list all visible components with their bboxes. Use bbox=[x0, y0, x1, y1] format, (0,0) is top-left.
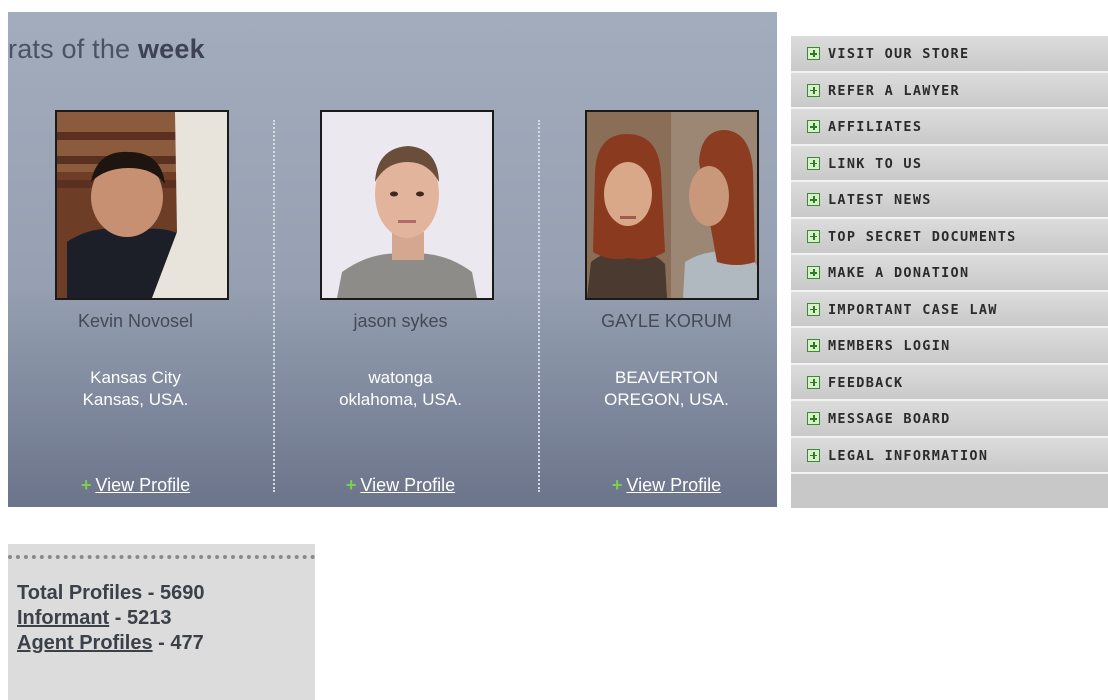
person-photo-icon bbox=[587, 112, 757, 298]
profile-name: Kevin Novosel bbox=[77, 311, 194, 331]
person-photo-icon bbox=[57, 112, 227, 298]
menu-item-label: TOP SECRET DOCUMENTS bbox=[828, 228, 1017, 245]
profile-location: watonga oklahoma, USA. bbox=[273, 367, 528, 411]
profile-city: Kansas City bbox=[90, 368, 181, 387]
profile-name: jason sykes bbox=[353, 311, 448, 331]
menu-item-link-to-us[interactable]: LINK TO US bbox=[791, 145, 1108, 182]
menu-item-important-case-law[interactable]: IMPORTANT CASE LAW bbox=[791, 291, 1108, 328]
profile-card: GAYLE KORUM BEAVERTON OREGON, USA. + View… bbox=[539, 110, 777, 505]
stats-total-label: Total Profiles bbox=[17, 582, 143, 604]
menu-item-label: LATEST NEWS bbox=[828, 192, 932, 208]
profile-card: Kevin Novosel Kansas City Kansas, USA. +… bbox=[8, 110, 263, 505]
view-profile-link[interactable]: View Profile bbox=[95, 475, 190, 495]
view-profile-link[interactable]: View Profile bbox=[360, 475, 455, 495]
menu-item-members-login[interactable]: MEMBERS LOGIN bbox=[791, 328, 1108, 365]
view-profile: + View Profile bbox=[539, 475, 777, 496]
menu-item-latest-news[interactable]: LATEST NEWS bbox=[791, 182, 1108, 219]
plus-icon: + bbox=[80, 475, 92, 495]
plus-box-icon bbox=[807, 302, 820, 316]
profile-name: GAYLE KORUM bbox=[601, 311, 732, 331]
plus-box-icon bbox=[807, 266, 820, 279]
profile-photo[interactable] bbox=[55, 110, 229, 300]
menu-item-legal-information[interactable]: LEGAL INFORMATION bbox=[791, 437, 1108, 474]
stats-agent: Agent Profiles - 477 bbox=[17, 632, 204, 655]
profile-location: Kansas City Kansas, USA. bbox=[8, 367, 263, 411]
menu-item-label: MESSAGE BOARD bbox=[828, 411, 951, 427]
stats-total-value: - 5690 bbox=[147, 582, 205, 604]
menu-item-top-secret-documents[interactable]: TOP SECRET DOCUMENTS bbox=[791, 218, 1108, 255]
profile-city: BEAVERTON bbox=[615, 368, 718, 387]
stats-informant-value: - 5213 bbox=[114, 607, 172, 629]
agent-profiles-link[interactable]: Agent Profiles bbox=[17, 632, 153, 654]
stats-agent-value: - 477 bbox=[158, 632, 204, 654]
profile-location: BEAVERTON OREGON, USA. bbox=[539, 367, 777, 411]
profile-stats: Total Profiles - 5690 Informant - 5213 A… bbox=[8, 544, 315, 700]
dotted-divider bbox=[8, 555, 315, 559]
menu-item-label: LINK TO US bbox=[828, 155, 923, 172]
menu-item-label: IMPORTANT CASE LAW bbox=[828, 301, 998, 318]
plus-box-icon bbox=[807, 156, 820, 170]
menu-item-label: MEMBERS LOGIN bbox=[828, 338, 951, 354]
profile-region: oklahoma, USA. bbox=[339, 390, 462, 409]
profile-photo[interactable] bbox=[320, 110, 494, 300]
profile-region: Kansas, USA. bbox=[82, 390, 189, 409]
plus-box-icon bbox=[807, 339, 820, 352]
menu-item-feedback[interactable]: FEEDBACK bbox=[791, 364, 1108, 401]
menu-item-refer-a-lawyer[interactable]: REFER A LAWYER bbox=[791, 72, 1108, 109]
profile-city: watonga bbox=[368, 368, 433, 387]
menu-item-label: REFER A LAWYER bbox=[828, 82, 960, 99]
plus-box-icon bbox=[807, 448, 820, 462]
menu-item-label: FEEDBACK bbox=[828, 374, 904, 391]
plus-box-icon bbox=[807, 47, 820, 60]
person-photo-icon bbox=[322, 112, 492, 298]
featured-title-prefix: rats of the bbox=[8, 34, 138, 64]
plus-box-icon bbox=[807, 412, 820, 425]
view-profile: + View Profile bbox=[8, 475, 263, 496]
side-menu: VISIT OUR STORE REFER A LAWYER AFFILIATE… bbox=[791, 36, 1108, 508]
plus-box-icon bbox=[807, 83, 820, 97]
plus-icon: + bbox=[611, 475, 623, 495]
menu-item-message-board[interactable]: MESSAGE BOARD bbox=[791, 401, 1108, 438]
menu-item-label: VISIT OUR STORE bbox=[828, 46, 970, 62]
view-profile-link[interactable]: View Profile bbox=[626, 475, 721, 495]
plus-box-icon bbox=[807, 375, 820, 389]
plus-box-icon bbox=[807, 120, 820, 133]
stats-informant: Informant - 5213 bbox=[17, 607, 172, 630]
menu-item-label: LEGAL INFORMATION bbox=[828, 447, 989, 464]
plus-icon: + bbox=[345, 475, 357, 495]
profile-card: jason sykes watonga oklahoma, USA. + View… bbox=[273, 110, 528, 505]
menu-item-visit-our-store[interactable]: VISIT OUR STORE bbox=[791, 36, 1108, 73]
profile-photo[interactable] bbox=[585, 110, 759, 300]
menu-item-label: AFFILIATES bbox=[828, 119, 923, 135]
menu-item-label: MAKE A DONATION bbox=[828, 265, 970, 281]
informant-link[interactable]: Informant bbox=[17, 607, 109, 629]
menu-item-make-a-donation[interactable]: MAKE A DONATION bbox=[791, 255, 1108, 292]
plus-box-icon bbox=[807, 193, 820, 206]
featured-title-bold: week bbox=[137, 34, 205, 64]
stats-total: Total Profiles - 5690 bbox=[17, 582, 205, 605]
plus-box-icon bbox=[807, 229, 820, 243]
menu-item-affiliates[interactable]: AFFILIATES bbox=[791, 109, 1108, 146]
featured-panel: rats of the week Kevin Novosel Kansas Ci… bbox=[8, 12, 777, 507]
view-profile: + View Profile bbox=[273, 475, 528, 496]
profile-region: OREGON, USA. bbox=[604, 390, 729, 409]
featured-title: rats of the week bbox=[8, 34, 205, 65]
